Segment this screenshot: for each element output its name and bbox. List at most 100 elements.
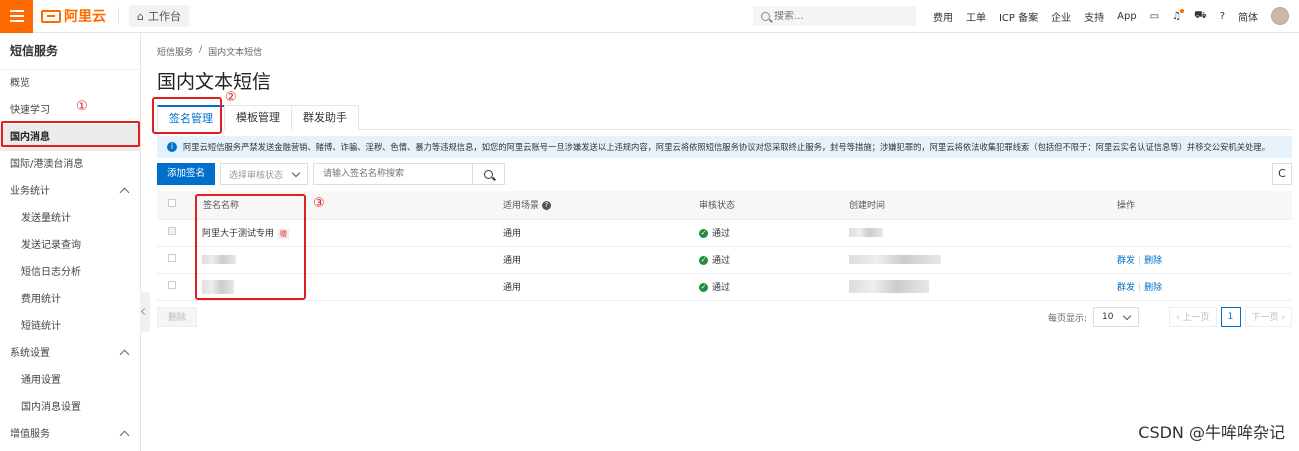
- sidebar-item-label: 业务统计: [10, 186, 50, 197]
- sidebar-item-quick-start[interactable]: 快速学习: [0, 97, 140, 124]
- sidebar-item-send-records[interactable]: 发送记录查询: [0, 232, 140, 259]
- top-link-app[interactable]: App: [1117, 11, 1137, 22]
- divider: |: [1138, 283, 1142, 293]
- tab-template-management[interactable]: 模板管理: [224, 105, 292, 130]
- signature-search-input[interactable]: [313, 163, 474, 185]
- sidebar-group-system-settings[interactable]: 系统设置: [0, 340, 140, 367]
- status-filter-placeholder: 选择审核状态: [229, 170, 284, 181]
- workbench-button[interactable]: ⌂ 工作台: [129, 5, 189, 27]
- language-switch[interactable]: 简体: [1238, 9, 1258, 24]
- table-footer: 删除 每页显示: 10 ‹ 上一页 1 下一页 ›: [157, 307, 1292, 327]
- status-label: 通过: [712, 256, 731, 266]
- cell-scene: 通用: [503, 246, 699, 274]
- checkbox[interactable]: [168, 199, 176, 208]
- sidebar-item-general-settings[interactable]: 通用设置: [0, 367, 140, 394]
- breadcrumb-root[interactable]: 短信服务: [157, 45, 193, 58]
- global-search-input[interactable]: [773, 10, 894, 22]
- help-icon[interactable]: ?: [541, 201, 551, 211]
- redacted-date: [849, 254, 941, 264]
- tab-bulk-send[interactable]: 群发助手: [291, 105, 359, 130]
- delete-link[interactable]: 删除: [1144, 256, 1162, 266]
- next-page-button[interactable]: 下一页 ›: [1244, 307, 1292, 327]
- row-select: [157, 246, 195, 274]
- status-filter-select[interactable]: 选择审核状态: [220, 163, 309, 185]
- delete-link[interactable]: 删除: [1144, 283, 1162, 293]
- checkbox[interactable]: [168, 254, 176, 262]
- sidebar-item-log-analysis[interactable]: 短信日志分析: [0, 259, 140, 286]
- row-select: [157, 219, 195, 247]
- page-title: 国内文本短信: [157, 71, 272, 93]
- annotation-box-1: [1, 121, 140, 147]
- hamburger-menu-icon[interactable]: [0, 0, 33, 33]
- cell-created: [849, 246, 1117, 274]
- table-row: 阿里大于测试专用赠 通用 ✓ 通过: [157, 219, 1292, 247]
- watermark: CSDN @牛哞哞杂记: [1138, 423, 1285, 442]
- cell-created: [849, 219, 1117, 247]
- annotation-number-3: ③: [313, 196, 325, 211]
- checkbox[interactable]: [168, 281, 176, 289]
- next-page-label: 下一页: [1251, 313, 1279, 323]
- chevron-down-icon: [291, 168, 301, 177]
- batch-delete-button[interactable]: 删除: [157, 307, 197, 327]
- breadcrumb: 短信服务 / 国内文本短信: [157, 45, 262, 58]
- search-icon: [484, 169, 494, 179]
- add-signature-button[interactable]: 添加签名: [157, 163, 216, 185]
- sidebar-item-send-volume[interactable]: 发送量统计: [0, 205, 140, 232]
- toolbar: 添加签名 选择审核状态 C: [157, 163, 1292, 185]
- cell-status: ✓ 通过: [699, 273, 849, 301]
- checkbox[interactable]: [168, 227, 176, 235]
- bell-icon[interactable]: ♫: [1172, 8, 1185, 22]
- divider: [118, 7, 119, 25]
- top-link-enterprise[interactable]: 企业: [1051, 9, 1071, 24]
- divider: |: [1138, 256, 1142, 266]
- sidebar-title: 短信服务: [0, 33, 140, 70]
- page-size-value: 10: [1102, 312, 1114, 322]
- bulk-send-link[interactable]: 群发: [1117, 283, 1135, 293]
- top-links: 费用 工单 ICP 备案 企业 支持 App ▭ ♫ ⛟ ? 简体: [933, 7, 1289, 25]
- page-size-select[interactable]: 10: [1093, 307, 1140, 327]
- sidebar-collapse-handle[interactable]: [140, 292, 150, 332]
- chevron-up-icon: [119, 430, 130, 441]
- annotation-box-2: [152, 97, 222, 134]
- row-select: [157, 273, 195, 301]
- top-link-fees[interactable]: 费用: [933, 9, 953, 24]
- header-select-all[interactable]: [157, 191, 195, 220]
- check-circle-icon: ✓: [699, 229, 708, 238]
- sidebar-item-fee-stats[interactable]: 费用统计: [0, 286, 140, 313]
- page-size-label: 每页显示:: [1047, 313, 1088, 324]
- search-button[interactable]: [473, 163, 506, 185]
- annotation-number-2: ②: [225, 90, 237, 105]
- global-search[interactable]: [752, 6, 916, 26]
- current-page[interactable]: 1: [1220, 307, 1241, 327]
- sidebar-group-business-stats[interactable]: 业务统计: [0, 178, 140, 205]
- aliyun-logo[interactable]: 阿里云: [41, 6, 106, 26]
- avatar[interactable]: [1271, 7, 1289, 25]
- bulk-send-link[interactable]: 群发: [1117, 256, 1135, 266]
- cell-scene: 通用: [503, 219, 699, 247]
- annotation-number-1: ①: [76, 99, 88, 114]
- sidebar-item-overview[interactable]: 概览: [0, 70, 140, 97]
- table-row: 通用 ✓ 通过 群发 | 删除: [157, 273, 1292, 301]
- prev-page-label: 上一页: [1182, 313, 1210, 323]
- cell-scene: 通用: [503, 273, 699, 301]
- sidebar-group-value-added[interactable]: 增值服务: [0, 421, 140, 448]
- header-ops: 操作: [1117, 191, 1292, 220]
- help-icon[interactable]: ?: [1220, 11, 1225, 22]
- sidebar-item-international-messages[interactable]: 国际/港澳台消息: [0, 151, 140, 178]
- pagination: 每页显示: 10 ‹ 上一页 1 下一页 ›: [1048, 307, 1292, 327]
- top-link-support[interactable]: 支持: [1084, 9, 1104, 24]
- chevron-up-icon: [119, 349, 130, 360]
- annotation-box-3: [195, 194, 306, 300]
- redacted-date: [849, 227, 883, 237]
- sidebar-item-domestic-settings[interactable]: 国内消息设置: [0, 394, 140, 421]
- table-row: 通用 ✓ 通过 群发 | 删除: [157, 246, 1292, 274]
- top-link-icp[interactable]: ICP 备案: [999, 9, 1038, 24]
- terminal-icon[interactable]: ▭: [1150, 11, 1159, 22]
- cart-icon[interactable]: ⛟: [1194, 10, 1207, 23]
- top-link-tickets[interactable]: 工单: [966, 9, 986, 24]
- sidebar-item-shortlink-stats[interactable]: 短链统计: [0, 313, 140, 340]
- refresh-button[interactable]: C: [1272, 163, 1292, 185]
- search-icon: [760, 11, 770, 21]
- home-icon: ⌂: [137, 9, 144, 23]
- prev-page-button[interactable]: ‹ 上一页: [1169, 307, 1217, 327]
